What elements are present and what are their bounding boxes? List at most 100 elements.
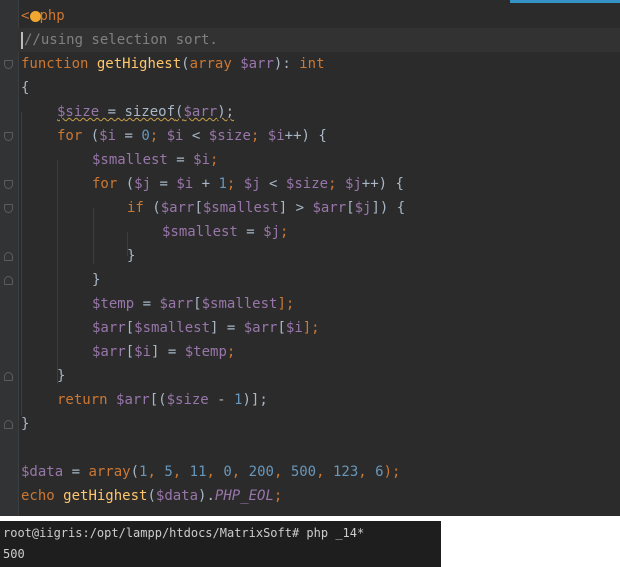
punct: , xyxy=(172,464,190,480)
var-temp: $temp xyxy=(184,344,227,360)
code-editor[interactable]: < php //using selection sort. function ge… xyxy=(0,0,620,516)
punct: ): xyxy=(273,56,300,72)
var-j: $j xyxy=(354,200,372,216)
punct: < xyxy=(260,176,286,192)
punct: < xyxy=(183,128,209,144)
var-arr: $arr xyxy=(92,344,126,360)
code-line-14: $arr[$smallest] = $arr[$i]; xyxy=(92,316,320,340)
code-line-21: echo getHighest($data).PHP_EOL; xyxy=(21,484,282,508)
punct: ; xyxy=(210,152,219,168)
var-arr: $arr xyxy=(243,320,278,336)
punct: [ xyxy=(193,296,202,312)
var-size: $size xyxy=(57,104,100,120)
var-i: $i xyxy=(193,152,211,168)
fold-marker-icon[interactable] xyxy=(4,252,13,261)
punct: , xyxy=(231,464,249,480)
number: 500 xyxy=(290,464,317,480)
code-line-12: } xyxy=(92,272,101,288)
code-line-4: { xyxy=(21,80,30,96)
var-j: $j xyxy=(243,176,261,192)
code-line-10: $smallest = $j; xyxy=(162,220,288,244)
punct: = xyxy=(167,152,194,168)
var-data: $data xyxy=(155,488,199,504)
var-smallest: $smallest xyxy=(162,224,238,240)
keyword-for: for xyxy=(57,128,83,144)
fold-marker-icon[interactable] xyxy=(4,420,13,429)
number: 0 xyxy=(223,464,232,480)
punct: ]; xyxy=(302,320,320,336)
punct: [ xyxy=(277,320,286,336)
keyword-echo: echo xyxy=(21,488,55,504)
fold-marker-icon[interactable] xyxy=(4,180,13,189)
punct: [ xyxy=(125,344,135,360)
function-call: getHighest xyxy=(63,488,148,504)
punct: ; xyxy=(273,488,283,504)
var-size: $size xyxy=(285,176,329,192)
punct: ; xyxy=(328,176,345,192)
var-arr: $arr xyxy=(183,104,218,120)
number: 200 xyxy=(248,464,274,480)
var-i: $i xyxy=(166,128,184,144)
punct: , xyxy=(358,464,376,480)
number: 123 xyxy=(332,464,359,480)
punct: ( xyxy=(143,200,161,216)
code-line-16: } xyxy=(57,368,66,384)
code-line-11: } xyxy=(127,248,136,264)
var-i: $i xyxy=(99,128,117,144)
punct: ++) { xyxy=(284,128,327,144)
fold-marker-icon[interactable] xyxy=(4,372,13,381)
punct: + xyxy=(193,176,219,192)
code-line-13: $temp = $arr[$smallest]; xyxy=(92,292,294,316)
var-smallest: $smallest xyxy=(202,200,279,216)
php-open-tag-tail: php xyxy=(39,8,65,24)
var-smallest: $smallest xyxy=(201,296,278,312)
var-i: $i xyxy=(134,344,152,360)
number: 11 xyxy=(189,464,207,480)
punct: = xyxy=(151,176,177,192)
number: 5 xyxy=(164,464,173,480)
keyword-return: return xyxy=(57,392,108,408)
var-smallest: $smallest xyxy=(134,320,211,336)
var-arr: $arr xyxy=(312,200,347,216)
var-smallest: $smallest xyxy=(92,152,168,168)
punct: = xyxy=(63,464,89,480)
punct: ++) { xyxy=(361,176,404,192)
punct: [( xyxy=(149,392,167,408)
number: 1 xyxy=(218,176,227,192)
punct: ( xyxy=(117,176,135,192)
code-line-17: return $arr[($size - 1)]; xyxy=(57,388,268,412)
var-i: $i xyxy=(267,128,285,144)
type-hint: array xyxy=(189,56,232,72)
punct: ] > xyxy=(278,200,313,216)
code-line-3: function getHighest(array $arr): int xyxy=(21,52,325,76)
punct: ; xyxy=(226,176,244,192)
var-arr: $arr xyxy=(92,320,126,336)
punct: , xyxy=(206,464,224,480)
keyword-function: function xyxy=(21,56,89,72)
punct: = xyxy=(134,296,160,312)
punct: ( xyxy=(181,56,190,72)
code-comment: //using selection sort. xyxy=(24,32,218,48)
text-caret xyxy=(21,31,23,49)
punct: ; xyxy=(280,224,289,240)
punct: ( xyxy=(147,488,156,504)
number: 6 xyxy=(375,464,384,480)
fold-marker-icon[interactable] xyxy=(4,204,13,213)
code-line-9: if ($arr[$smallest] > $arr[$j]) { xyxy=(127,196,405,220)
keyword-if: if xyxy=(127,200,144,216)
function-name: getHighest xyxy=(96,56,182,72)
return-type: int xyxy=(299,56,325,72)
code-line-2: //using selection sort. xyxy=(21,28,218,52)
punct: ); xyxy=(217,104,235,120)
indent-guide xyxy=(21,112,22,416)
var-j: $j xyxy=(344,176,362,192)
terminal-panel[interactable]: root@iigris:/opt/lampp/htdocs/MatrixSoft… xyxy=(0,521,441,567)
fold-marker-icon[interactable] xyxy=(4,60,13,69)
param-var: $arr xyxy=(240,56,274,72)
code-line-18: } xyxy=(21,416,30,432)
punct: ( xyxy=(130,464,140,480)
fold-marker-icon[interactable] xyxy=(4,276,13,285)
code-line-1: < php xyxy=(21,4,65,28)
fold-marker-icon[interactable] xyxy=(4,132,13,141)
punct: )]; xyxy=(242,392,268,408)
